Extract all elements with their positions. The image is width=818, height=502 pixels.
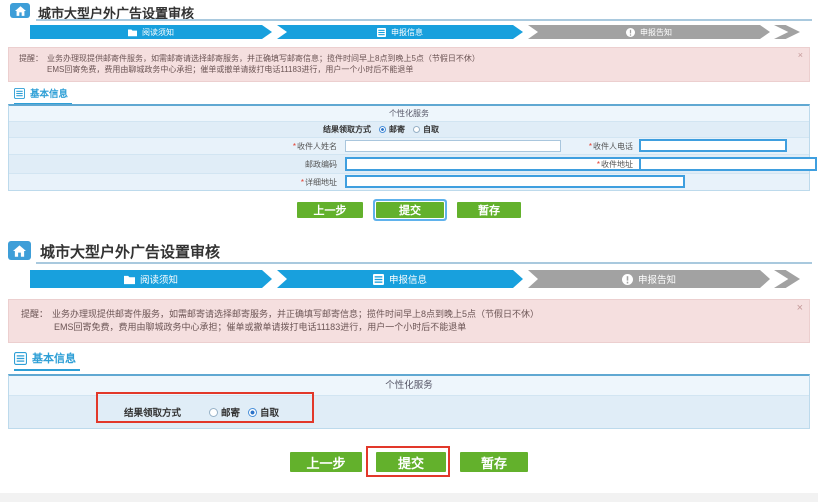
title-divider bbox=[36, 262, 812, 264]
step-label: 申报信息 bbox=[391, 27, 423, 38]
pickup-options: 邮寄 自取 bbox=[379, 122, 444, 137]
alert-banner: × 提醒：业务办理现提供邮寄件服务，如需邮寄请选择邮寄服务，并正确填写邮寄信息；… bbox=[8, 47, 810, 82]
step-label: 阅读须知 bbox=[140, 272, 178, 286]
form-row-postcode-address: 邮政编码 *收件地址 bbox=[9, 155, 809, 174]
submit-button[interactable]: 提交 bbox=[376, 202, 444, 218]
alert-prefix: 提醒： bbox=[21, 309, 48, 319]
section-basic-info: 基本信息 bbox=[14, 350, 80, 371]
chevron-right-icon bbox=[774, 25, 800, 39]
list-icon bbox=[14, 352, 27, 365]
section-title: 基本信息 bbox=[32, 350, 76, 366]
pickup-method-row: 结果领取方式 邮寄 自取 bbox=[9, 396, 809, 428]
alert-line2: EMS回寄免费，费用由聊城政务中心承担；催单或撤单请拨打电话11183进行，用户… bbox=[54, 321, 797, 334]
save-draft-button[interactable]: 暂存 bbox=[460, 452, 528, 472]
list-icon bbox=[14, 88, 25, 99]
chevron-right-icon bbox=[774, 270, 800, 288]
home-icon[interactable] bbox=[10, 3, 30, 18]
pickup-options: 邮寄 自取 bbox=[209, 396, 284, 428]
home-glyph bbox=[13, 245, 26, 257]
radio-mail-label: 邮寄 bbox=[221, 405, 240, 419]
pickup-method-label: 结果领取方式 bbox=[9, 396, 181, 428]
alert-line2: EMS回寄免费，费用由聊城政务中心承担；催单或撤单请拨打电话11183进行，用户… bbox=[47, 64, 799, 75]
submit-button[interactable]: 提交 bbox=[376, 452, 446, 472]
receive-address-label: *收件地址 bbox=[419, 155, 633, 173]
basic-info-table: 个性化服务 结果领取方式 邮寄 自取 *收件人姓名 *收件人电话 邮政编码 bbox=[8, 104, 810, 191]
step-declare-info[interactable]: 申报信息 bbox=[277, 270, 523, 288]
page: 城市大型户外广告设置审核 阅读须知 申报信息 申报告知 × 提醒：业务办理现提供… bbox=[0, 0, 818, 502]
step-label: 申报信息 bbox=[389, 272, 427, 286]
step-bar: 阅读须知 申报信息 申报告知 bbox=[0, 25, 818, 39]
radio-mail[interactable] bbox=[209, 408, 218, 417]
step-declare-notice[interactable]: 申报告知 bbox=[528, 270, 770, 288]
section-basic-info: 基本信息 bbox=[14, 86, 72, 105]
close-icon[interactable]: × bbox=[798, 50, 803, 61]
radio-self-pickup-label: 自取 bbox=[423, 124, 439, 135]
form-icon bbox=[377, 28, 386, 37]
button-row: 上一步 提交 暂存 bbox=[0, 202, 818, 218]
folder-icon bbox=[128, 28, 137, 37]
form-row-detail-address: *详细地址 bbox=[9, 174, 809, 190]
prev-step-button[interactable]: 上一步 bbox=[297, 202, 363, 218]
alert-line1: 提醒：业务办理现提供邮寄件服务，如需邮寄请选择邮寄服务，并正确填写邮寄信息；揽件… bbox=[21, 308, 797, 321]
pickup-method-label: 结果领取方式 bbox=[9, 122, 371, 137]
alert-prefix: 提醒： bbox=[19, 54, 43, 63]
home-icon[interactable] bbox=[8, 241, 31, 260]
detail-address-input[interactable] bbox=[345, 175, 685, 188]
postcode-label: 邮政编码 bbox=[9, 155, 337, 173]
basic-info-table: 个性化服务 结果领取方式 邮寄 自取 bbox=[8, 374, 810, 429]
pickup-method-row: 结果领取方式 邮寄 自取 bbox=[9, 122, 809, 138]
recipient-phone-input[interactable] bbox=[639, 139, 787, 152]
step-read-notice[interactable]: 阅读须知 bbox=[30, 270, 272, 288]
close-icon[interactable]: × bbox=[797, 302, 803, 315]
radio-mail[interactable] bbox=[379, 126, 386, 133]
panel-mail-form: 城市大型户外广告设置审核 阅读须知 申报信息 申报告知 × 提醒：业务办理现提供… bbox=[0, 0, 818, 232]
form-row-name-phone: *收件人姓名 *收件人电话 bbox=[9, 138, 809, 155]
recipient-phone-label: *收件人电话 bbox=[419, 138, 633, 154]
step-declare-info[interactable]: 申报信息 bbox=[277, 25, 523, 39]
alert-line1: 提醒：业务办理现提供邮寄件服务，如需邮寄请选择邮寄服务，并正确填写邮寄信息；揽件… bbox=[19, 53, 799, 64]
alert-banner: × 提醒：业务办理现提供邮寄件服务，如需邮寄请选择邮寄服务，并正确填写邮寄信息；… bbox=[8, 299, 810, 343]
service-header-row: 个性化服务 bbox=[9, 106, 809, 122]
radio-mail-label: 邮寄 bbox=[389, 124, 405, 135]
form-icon bbox=[373, 274, 384, 285]
step-read-notice[interactable]: 阅读须知 bbox=[30, 25, 272, 39]
info-icon bbox=[626, 28, 635, 37]
info-icon bbox=[622, 274, 633, 285]
prev-step-button[interactable]: 上一步 bbox=[290, 452, 362, 472]
bottom-strip bbox=[0, 493, 818, 502]
folder-icon bbox=[124, 274, 135, 285]
receive-address-input[interactable] bbox=[639, 157, 817, 171]
radio-self-pickup[interactable] bbox=[413, 126, 420, 133]
radio-self-pickup[interactable] bbox=[248, 408, 257, 417]
panel-self-pickup: 城市大型户外广告设置审核 阅读须知 申报信息 申报告知 × 提醒：业务办理现提供… bbox=[0, 232, 818, 502]
recipient-name-label: *收件人姓名 bbox=[9, 138, 337, 154]
step-label: 阅读须知 bbox=[142, 27, 174, 38]
home-glyph bbox=[15, 6, 26, 16]
step-bar: 阅读须知 申报信息 申报告知 bbox=[0, 270, 818, 288]
save-draft-button[interactable]: 暂存 bbox=[457, 202, 521, 218]
service-header-row: 个性化服务 bbox=[9, 376, 809, 396]
step-declare-notice[interactable]: 申报告知 bbox=[528, 25, 770, 39]
radio-self-pickup-label: 自取 bbox=[260, 405, 279, 419]
section-title: 基本信息 bbox=[30, 86, 68, 100]
page-title: 城市大型户外广告设置审核 bbox=[40, 241, 220, 262]
button-row: 上一步 提交 暂存 bbox=[0, 452, 818, 472]
step-label: 申报告知 bbox=[640, 27, 672, 38]
detail-address-label: *详细地址 bbox=[9, 174, 337, 190]
step-label: 申报告知 bbox=[638, 272, 676, 286]
title-divider bbox=[36, 19, 812, 21]
